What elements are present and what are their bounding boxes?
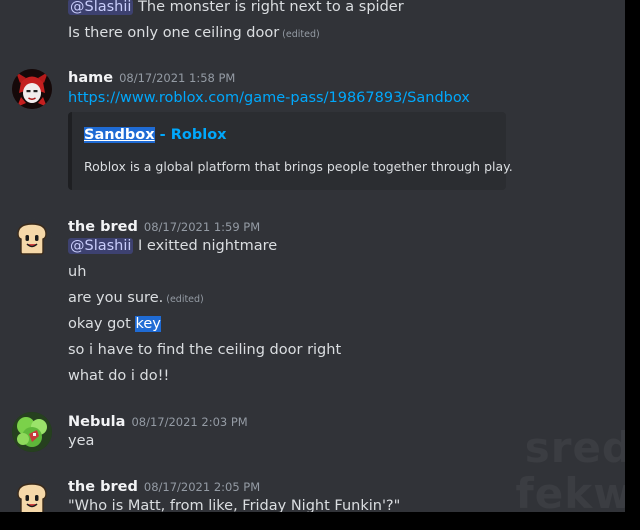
selected-text[interactable]: key: [135, 316, 161, 332]
edited-tag: (edited): [166, 294, 204, 305]
timestamp[interactable]: 08/17/2021 2:03 PM: [131, 415, 247, 429]
message-text: are you sure.: [68, 290, 164, 306]
avatar[interactable]: [12, 69, 52, 109]
message-line[interactable]: https://www.roblox.com/game-pass/1986789…: [68, 90, 470, 106]
watermark-line-1: sred: [524, 423, 625, 472]
message-line[interactable]: what do i do!!: [68, 368, 169, 384]
message-text: okay got: [68, 316, 136, 332]
author-name[interactable]: the bred: [68, 219, 138, 235]
embed-description: Roblox is a global platform that brings …: [84, 159, 513, 174]
watermark: sred fekw: [503, 423, 626, 513]
avatar[interactable]: [12, 218, 52, 258]
message-text: what do i do!!: [68, 368, 170, 384]
message-header: Nebula 08/17/2021 2:03 PM: [68, 411, 248, 430]
message-text: so i have to find the ceiling door right: [68, 342, 342, 358]
message-line[interactable]: yea: [68, 433, 94, 449]
message-line[interactable]: Is there only one ceiling door (edited): [68, 25, 320, 41]
message-header: the bred 08/17/2021 2:05 PM: [68, 476, 260, 495]
watermark-line-2: fekw: [515, 469, 626, 513]
embed-title-rest[interactable]: - Roblox: [155, 127, 227, 143]
user-mention[interactable]: @Slashii: [68, 0, 134, 15]
author-name[interactable]: Nebula: [68, 414, 125, 430]
user-mention[interactable]: @Slashii: [68, 238, 134, 254]
bread-avatar-icon: [12, 478, 52, 512]
embed-title-selected[interactable]: Sandbox: [84, 127, 155, 143]
avatar-image: [12, 412, 52, 452]
message-line[interactable]: @Slashii The monster is right next to a …: [68, 0, 404, 15]
message-line[interactable]: @Slashii I exitted nightmare: [68, 238, 277, 254]
message-line[interactable]: "Who is Matt, from like, Friday Night Fu…: [68, 498, 400, 512]
message-text: I exitted nightmare: [133, 238, 278, 254]
message-text: The monster is right next to a spider: [133, 0, 404, 15]
bread-avatar-icon: [12, 218, 52, 258]
chat-window: sred fekw @Slashii The monster is right …: [0, 0, 625, 512]
author-name[interactable]: the bred: [68, 479, 138, 495]
avatar[interactable]: [12, 478, 52, 512]
embed-title[interactable]: Sandbox - Roblox: [84, 127, 227, 143]
message-text: "Who is Matt, from like, Friday Night Fu…: [68, 498, 401, 512]
timestamp[interactable]: 08/17/2021 2:05 PM: [144, 480, 260, 494]
message-link[interactable]: https://www.roblox.com/game-pass/1986789…: [68, 90, 470, 106]
author-name[interactable]: hame: [68, 70, 113, 86]
message-text: Is there only one ceiling door: [68, 25, 280, 41]
message-header: hame 08/17/2021 1:58 PM: [68, 67, 235, 86]
message-line[interactable]: okay got key: [68, 316, 161, 332]
message-line[interactable]: are you sure. (edited): [68, 290, 204, 306]
message-header: the bred 08/17/2021 1:59 PM: [68, 216, 260, 235]
edited-tag: (edited): [282, 29, 320, 40]
message-line[interactable]: uh: [68, 264, 86, 280]
message-text: yea: [68, 433, 95, 449]
message-text: uh: [68, 264, 87, 280]
avatar-image: [12, 69, 52, 109]
link-embed: Sandbox - Roblox Roblox is a global plat…: [68, 112, 513, 190]
timestamp[interactable]: 08/17/2021 1:59 PM: [144, 220, 260, 234]
timestamp[interactable]: 08/17/2021 1:58 PM: [119, 71, 235, 85]
avatar[interactable]: [12, 412, 52, 452]
message-line[interactable]: so i have to find the ceiling door right: [68, 342, 341, 358]
